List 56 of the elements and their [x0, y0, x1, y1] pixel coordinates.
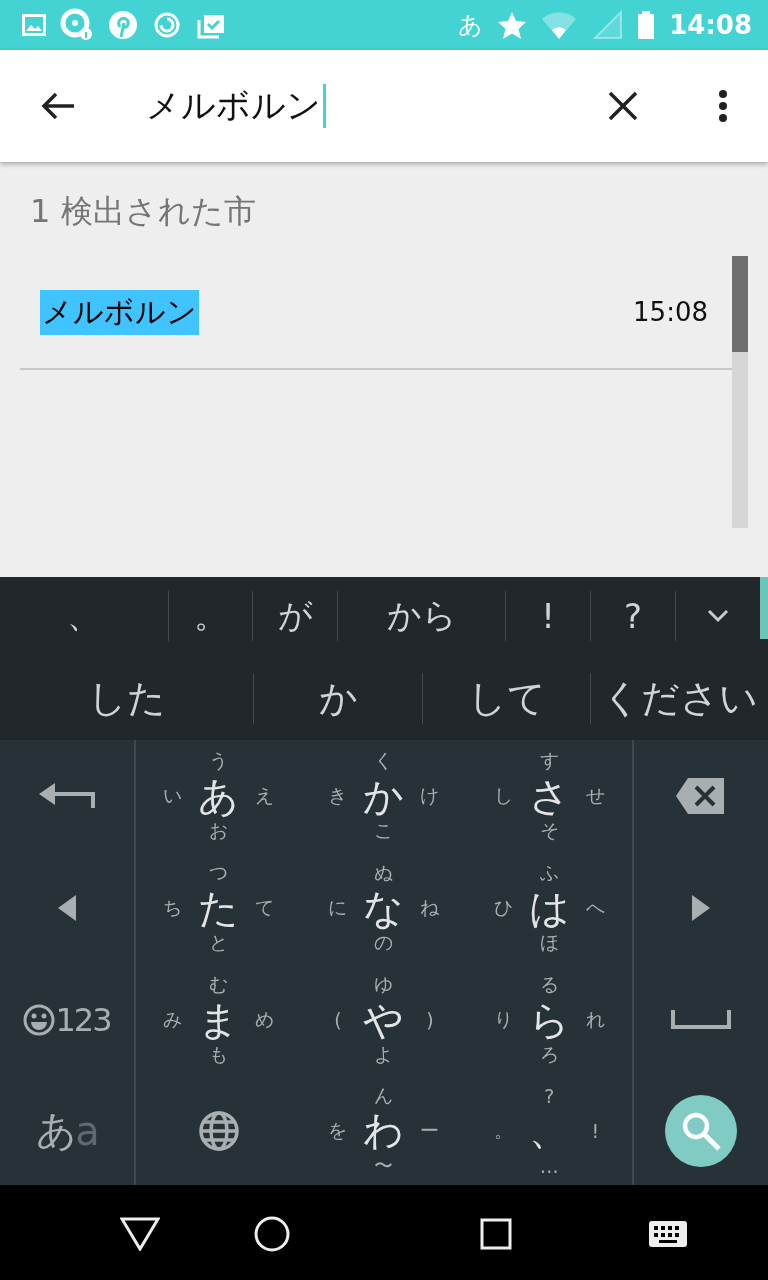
- candidate-word[interactable]: !: [505, 591, 590, 641]
- back-arrow-icon[interactable]: [40, 91, 76, 121]
- flick-key[interactable]: ふ ひ は へ ほ: [483, 861, 616, 955]
- flick-key[interactable]: く き か け こ: [318, 749, 450, 843]
- flick-key[interactable]: ぬ に な ね の: [318, 861, 450, 955]
- input-mode-indicator: あ: [458, 10, 484, 41]
- undo-arrow-icon[interactable]: [39, 781, 95, 811]
- signal-icon: [591, 10, 624, 40]
- info-circle-icon: [60, 8, 94, 42]
- candidate-word[interactable]: して: [422, 673, 590, 724]
- flick-key[interactable]: ゆ ( や ) よ: [318, 973, 450, 1067]
- right-triangle-icon[interactable]: [692, 895, 710, 921]
- candidate-word[interactable]: から: [337, 591, 505, 641]
- emoji-number-key[interactable]: 123: [23, 1001, 111, 1039]
- space-icon[interactable]: [671, 1010, 731, 1030]
- scrollbar[interactable]: [732, 256, 748, 528]
- flick-key[interactable]: す し さ せ そ: [483, 749, 616, 843]
- flick-key[interactable]: む み ま め も: [152, 973, 285, 1067]
- flick-key[interactable]: う い あ え お: [152, 749, 285, 843]
- clock: 14:08: [669, 10, 752, 40]
- home-circle-icon[interactable]: [254, 1215, 290, 1252]
- keyboard-icon[interactable]: [649, 1220, 687, 1247]
- flick-key[interactable]: ん を わ ー 〜: [318, 1083, 450, 1178]
- close-icon[interactable]: [608, 91, 638, 121]
- scroll-indicator: [760, 577, 768, 639]
- smiley-icon: [23, 1004, 56, 1036]
- results-header: 1 検出された市: [29, 191, 257, 232]
- candidate-word[interactable]: ?: [590, 591, 675, 641]
- candidate-word[interactable]: 。: [168, 591, 252, 641]
- globe-icon[interactable]: [197, 1109, 240, 1152]
- left-triangle-icon[interactable]: [58, 895, 76, 921]
- spiral-icon: [152, 10, 182, 40]
- more-menu-icon[interactable]: [718, 89, 728, 123]
- scrollbar-thumb[interactable]: [732, 256, 748, 352]
- city-name: メルボルン: [40, 289, 199, 335]
- candidate-word[interactable]: した: [0, 673, 253, 724]
- star-icon: [497, 10, 528, 40]
- candidate-word[interactable]: が: [252, 591, 337, 641]
- flick-key[interactable]: ? 。 、 ! …: [483, 1083, 616, 1178]
- recents-square-icon[interactable]: [480, 1217, 512, 1250]
- back-triangle-icon[interactable]: [120, 1216, 160, 1251]
- city-time: 15:08: [633, 297, 708, 327]
- flick-key[interactable]: る り ら れ ろ: [483, 973, 616, 1067]
- text-cursor: [323, 84, 326, 128]
- expand-chevron-icon[interactable]: [707, 609, 729, 623]
- candidate-word[interactable]: 、: [0, 591, 168, 641]
- wifi-icon: [541, 10, 578, 40]
- pin-circle-icon: [108, 10, 138, 40]
- image-icon: [22, 14, 46, 36]
- backspace-icon[interactable]: [676, 777, 726, 815]
- flick-key[interactable]: つ ち た て と: [152, 861, 285, 955]
- input-mode-key[interactable]: あa: [36, 1103, 98, 1158]
- candidate-word[interactable]: か: [253, 673, 422, 724]
- city-row[interactable]: メルボルン 15:08: [20, 256, 732, 370]
- candidate-word[interactable]: ください: [590, 673, 768, 724]
- battery-icon: [637, 10, 656, 40]
